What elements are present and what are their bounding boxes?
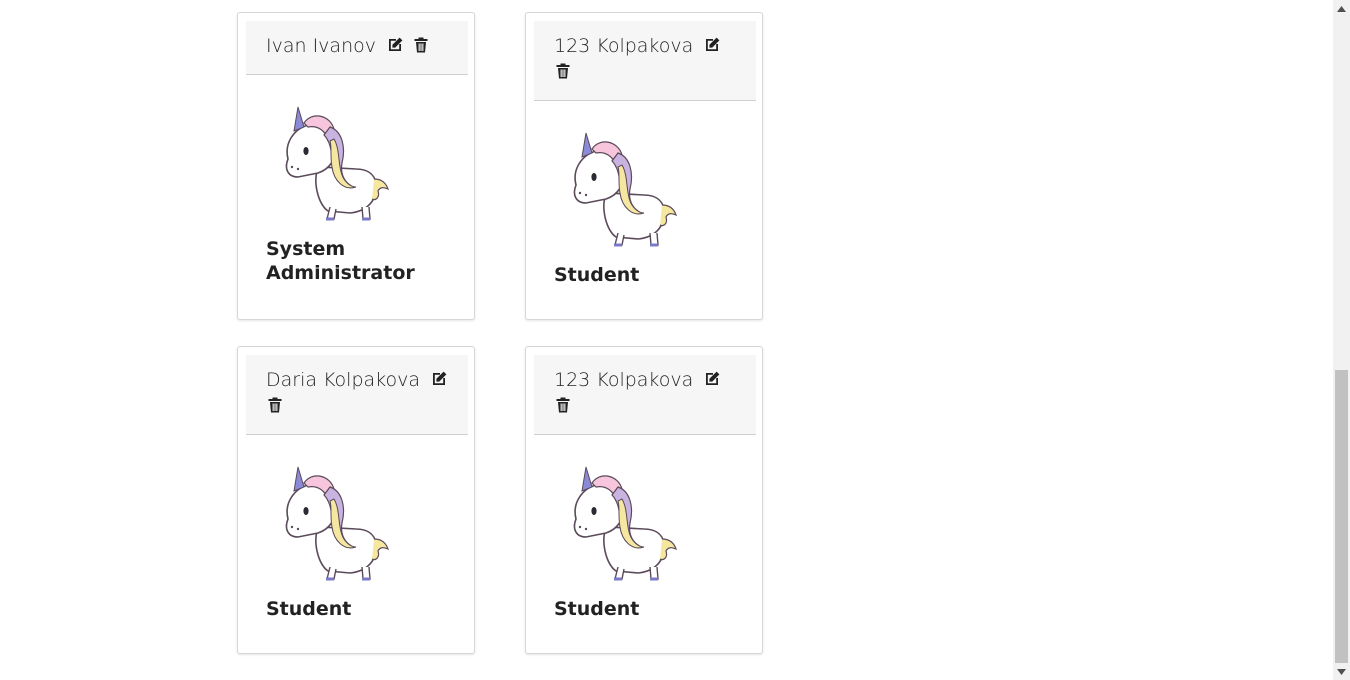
user-name: 123 Kolpakova <box>554 369 694 391</box>
edit-icon[interactable] <box>386 36 404 54</box>
trash-icon[interactable] <box>266 396 284 414</box>
user-card: Ivan Ivanov System Administrator <box>237 12 475 320</box>
role-line: Student <box>554 598 640 620</box>
role-line: Student <box>554 264 640 286</box>
card-header: 123 Kolpakova <box>534 21 756 101</box>
scrollbar-thumb[interactable] <box>1335 370 1348 663</box>
user-name: Daria Kolpakova <box>266 369 421 391</box>
edit-icon[interactable] <box>703 36 721 54</box>
scroll-up-arrow-icon[interactable] <box>1333 0 1350 17</box>
user-card: 123 Kolpakova Student <box>525 346 763 654</box>
card-header: Ivan Ivanov <box>246 21 468 75</box>
scroll-down-arrow-icon[interactable] <box>1333 663 1350 680</box>
edit-icon[interactable] <box>430 370 448 388</box>
trash-icon[interactable] <box>554 396 572 414</box>
user-name: Ivan Ivanov <box>266 35 376 57</box>
unicorn-avatar-icon <box>285 106 390 221</box>
unicorn-avatar-icon <box>573 466 678 581</box>
edit-icon[interactable] <box>703 370 721 388</box>
vertical-scrollbar[interactable] <box>1333 0 1350 680</box>
role-line: System <box>266 238 346 260</box>
user-name: 123 Kolpakova <box>554 35 694 57</box>
unicorn-avatar-icon <box>573 132 678 247</box>
role-line: Administrator <box>266 262 415 284</box>
user-role: Student <box>554 263 744 287</box>
unicorn-avatar-icon <box>285 466 390 581</box>
user-cards-page: Ivan Ivanov System Administrator 123 Kol… <box>0 0 1350 680</box>
trash-icon[interactable] <box>412 36 430 54</box>
trash-icon[interactable] <box>554 62 572 80</box>
user-card: 123 Kolpakova Student <box>525 12 763 320</box>
role-line: Student <box>266 598 352 620</box>
card-header: Daria Kolpakova <box>246 355 468 435</box>
user-role: Student <box>266 597 456 621</box>
user-card: Daria Kolpakova Student <box>237 346 475 654</box>
user-role: Student <box>554 597 744 621</box>
card-header: 123 Kolpakova <box>534 355 756 435</box>
user-role: System Administrator <box>266 237 456 285</box>
